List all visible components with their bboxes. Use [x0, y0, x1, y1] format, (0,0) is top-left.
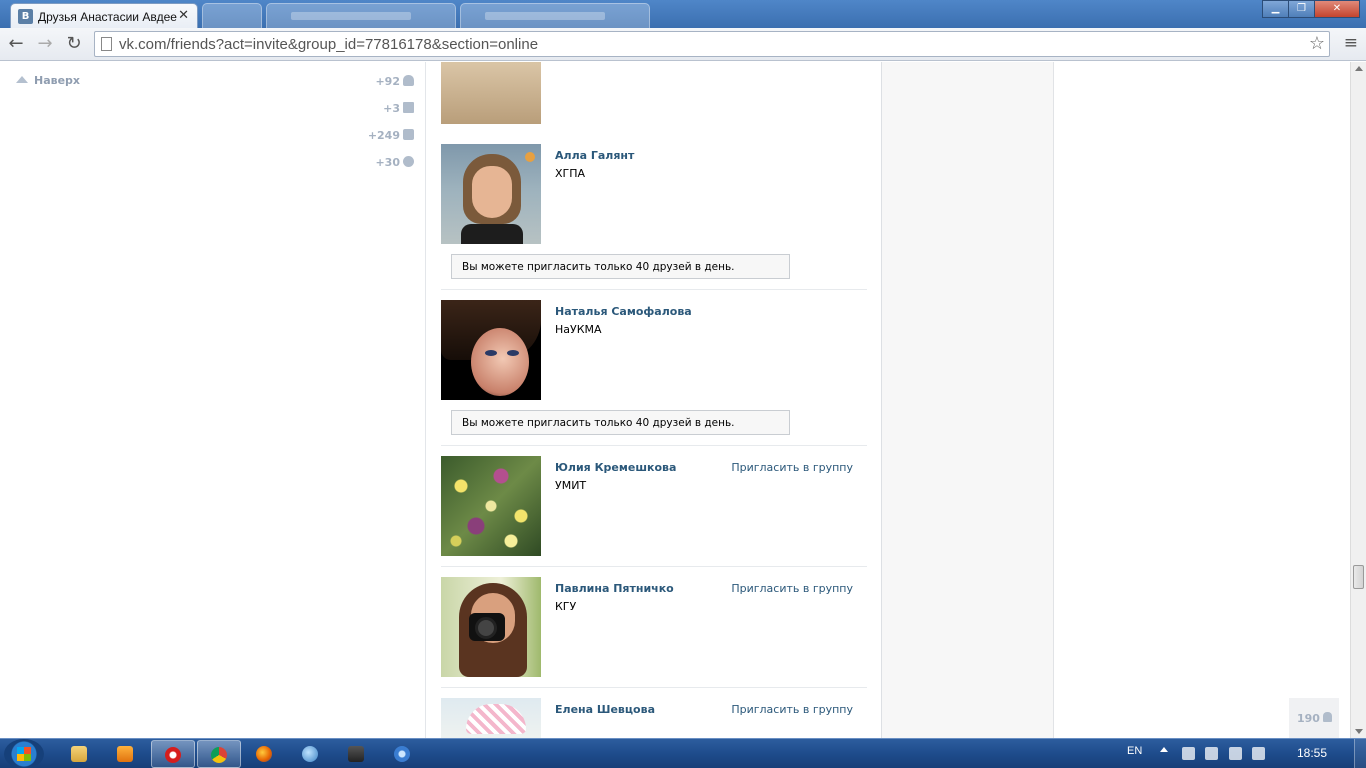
friend-name-link[interactable]: Юлия Кремешкова	[555, 461, 676, 474]
counter-value: +30	[375, 156, 400, 169]
invite-to-group-link[interactable]: Пригласить в группу	[731, 703, 853, 716]
window-controls: ▁ ❐ ✕	[1262, 0, 1360, 20]
gray-column	[882, 62, 1054, 738]
network-icon[interactable]	[1229, 747, 1242, 760]
page-scrollbar[interactable]	[1350, 62, 1366, 738]
action-center-icon[interactable]	[1182, 747, 1195, 760]
online-friends-counter[interactable]: 190	[1289, 698, 1339, 738]
user-icon	[1323, 712, 1332, 722]
comments-counter[interactable]: +249	[368, 129, 414, 142]
chrome-icon	[211, 747, 227, 763]
clock[interactable]: 18:55	[1297, 746, 1327, 760]
invite-to-group-link[interactable]: Пригласить в группу	[731, 582, 853, 595]
gear-icon	[403, 156, 414, 167]
media-player-icon	[117, 746, 133, 762]
taskbar-explorer[interactable]	[58, 740, 102, 768]
firefox-icon	[256, 746, 272, 762]
address-bar[interactable]: vk.com/friends?act=invite&group_id=77816…	[94, 31, 1330, 57]
friends-counter[interactable]: +92	[375, 75, 414, 88]
scroll-to-top-button[interactable]: Наверх	[16, 74, 80, 87]
taskbar-chrome[interactable]	[197, 740, 241, 768]
avatar[interactable]	[441, 144, 541, 244]
scroll-thumb[interactable]	[1353, 565, 1364, 589]
taskbar-media-player[interactable]	[104, 740, 148, 768]
right-column	[1055, 62, 1350, 738]
language-indicator[interactable]: EN	[1127, 745, 1142, 757]
tab-title: Друзья Анастасии Авдее	[38, 10, 177, 24]
mail-icon	[403, 102, 414, 113]
messages-counter[interactable]: +3	[383, 102, 414, 115]
settings-counter[interactable]: +30	[375, 156, 414, 169]
arrow-up-icon	[16, 76, 28, 83]
forward-arrow-icon[interactable]: →	[33, 32, 57, 56]
invite-limit-notice: Вы можете пригласить только 40 друзей в …	[451, 410, 790, 435]
tray-expand-icon[interactable]	[1160, 747, 1168, 752]
restore-button[interactable]: ❐	[1288, 0, 1315, 18]
taskbar-opera[interactable]	[151, 740, 195, 768]
new-tab-button[interactable]	[202, 3, 262, 28]
url-text[interactable]: vk.com/friends?act=invite&group_id=77816…	[119, 36, 538, 53]
avatar[interactable]	[441, 300, 541, 400]
divider	[441, 566, 867, 567]
friend-name-link[interactable]: Наталья Самофалова	[555, 305, 692, 318]
taskbar-firefox[interactable]	[243, 740, 287, 768]
divider	[441, 289, 867, 290]
show-desktop-button[interactable]	[1354, 739, 1366, 768]
online-count: 190	[1297, 712, 1320, 725]
friend-university: НаУКМА	[555, 323, 602, 336]
page-content: Наверх +92 +3 +249 +30 Алла Галянт ХГПА …	[0, 62, 1350, 738]
tool-icon	[394, 746, 410, 762]
taskbar-game[interactable]	[335, 740, 379, 768]
globe-icon	[302, 746, 318, 762]
scroll-down-icon[interactable]	[1355, 729, 1363, 734]
scroll-up-icon[interactable]	[1355, 66, 1363, 71]
bookmark-star-icon[interactable]: ☆	[1309, 33, 1325, 54]
counter-value: +3	[383, 102, 400, 115]
start-button[interactable]	[4, 739, 44, 768]
folder-icon	[71, 746, 87, 762]
avatar[interactable]	[441, 577, 541, 677]
friend-name-link[interactable]: Алла Галянт	[555, 149, 634, 162]
windows-taskbar: EN 18:55	[0, 738, 1366, 768]
device-icon[interactable]	[1205, 747, 1218, 760]
browser-tab[interactable]	[266, 3, 456, 28]
to-top-label: Наверх	[34, 74, 81, 87]
tab-close-icon[interactable]: ✕	[178, 8, 189, 23]
chrome-menu-icon[interactable]: ≡	[1344, 33, 1358, 53]
browser-titlebar: В Друзья Анастасии Авдее ✕ ▁ ❐ ✕	[0, 0, 1366, 28]
user-icon	[403, 75, 414, 86]
invite-limit-notice: Вы можете пригласить только 40 друзей в …	[451, 254, 790, 279]
avatar[interactable]	[441, 62, 541, 124]
divider	[441, 687, 867, 688]
opera-icon	[165, 747, 181, 763]
browser-tab[interactable]	[460, 3, 650, 28]
close-window-button[interactable]: ✕	[1314, 0, 1360, 18]
friend-name-link[interactable]: Елена Шевцова	[555, 703, 655, 716]
taskbar-tool[interactable]	[381, 740, 425, 768]
counter-value: +92	[375, 75, 400, 88]
friend-university: УМИТ	[555, 479, 587, 492]
back-arrow-icon[interactable]: ←	[4, 32, 28, 56]
browser-tab-active[interactable]: В Друзья Анастасии Авдее ✕	[10, 3, 198, 28]
vk-favicon-icon: В	[18, 9, 33, 24]
friend-name-link[interactable]: Павлина Пятничко	[555, 582, 674, 595]
left-sidebar: Наверх +92 +3 +249 +30	[0, 62, 425, 738]
friend-university: ХГПА	[555, 167, 586, 180]
volume-icon[interactable]	[1252, 747, 1265, 760]
browser-toolbar: ← → ↻ vk.com/friends?act=invite&group_id…	[0, 28, 1366, 61]
chat-icon	[403, 129, 414, 140]
counter-value: +249	[367, 129, 400, 142]
friends-list: Алла Галянт ХГПА Вы можете пригласить то…	[425, 62, 882, 738]
avatar[interactable]	[441, 698, 541, 738]
divider	[441, 445, 867, 446]
avatar[interactable]	[441, 456, 541, 556]
friend-university: КГУ	[555, 600, 577, 613]
minimize-button[interactable]: ▁	[1262, 0, 1289, 18]
windows-logo-icon	[17, 747, 31, 761]
page-icon	[101, 37, 112, 51]
game-icon	[348, 746, 364, 762]
taskbar-browser[interactable]	[289, 740, 333, 768]
invite-to-group-link[interactable]: Пригласить в группу	[731, 461, 853, 474]
reload-icon[interactable]: ↻	[62, 32, 86, 56]
